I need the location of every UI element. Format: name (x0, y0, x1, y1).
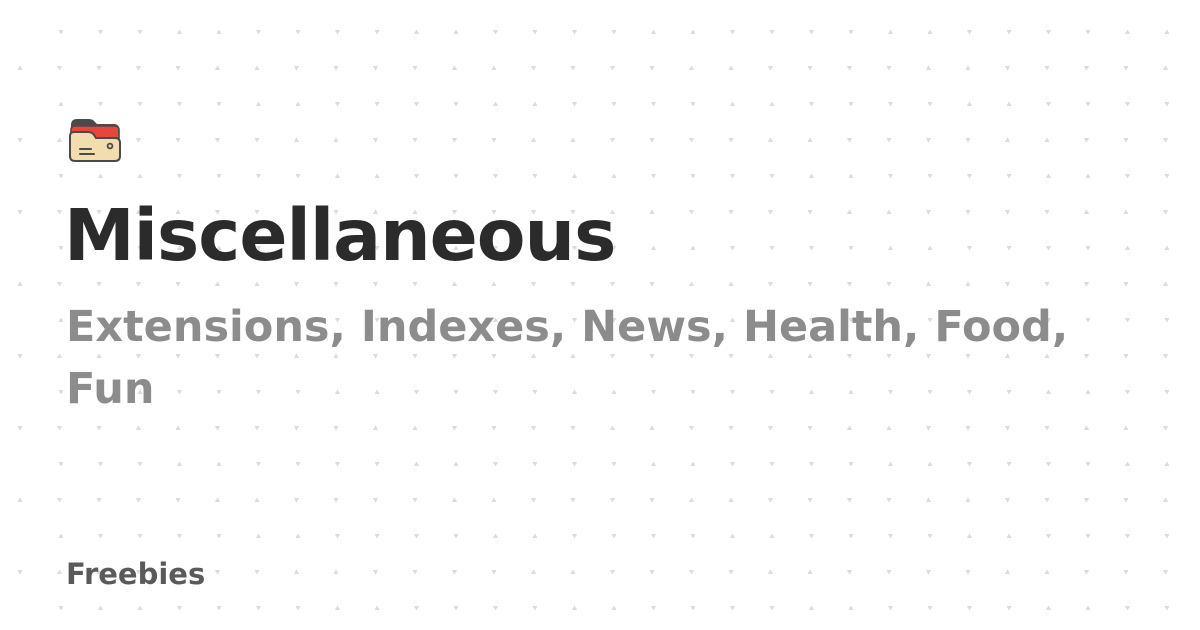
preview-card: Miscellaneous Extensions, Indexes, News,… (0, 0, 1200, 630)
page-subtitle: Extensions, Indexes, News, Health, Food,… (66, 302, 1069, 414)
page-title: Miscellaneous (64, 194, 616, 277)
site-name: Freebies (66, 557, 206, 591)
folder-icon (69, 119, 121, 162)
